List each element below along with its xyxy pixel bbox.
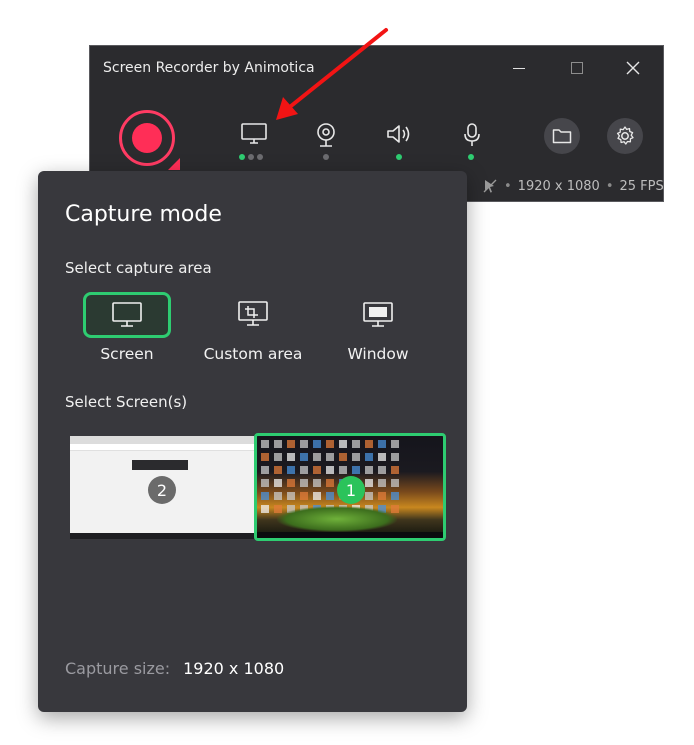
mode-window-label: Window [347,345,409,363]
microphone-indicator-dots [468,154,474,162]
speaker-icon [387,125,410,143]
indicator-dot [239,154,245,160]
red-pointer-arrow [276,28,388,120]
select-screens-label: Select Screen(s) [65,393,188,411]
taskbar [257,532,443,538]
indicator-dot [248,154,254,160]
record-dot [132,123,162,153]
monitor-icon [112,302,142,327]
select-capture-area-label: Select capture area [65,259,212,277]
crop-monitor-icon [238,301,268,326]
indicator-dot [323,154,329,160]
mode-custom-area-label: Custom area [203,345,303,363]
mode-window-button[interactable] [334,292,422,338]
capture-mode-panel: Capture mode Select capture area Screen … [38,171,467,712]
window-icon [363,302,393,327]
system-audio-indicator-dots [396,154,402,162]
recorder-miniature [132,460,188,470]
mode-screen-button[interactable] [83,292,171,338]
browser-tab-strip [70,436,254,444]
microphone-tool[interactable] [456,122,488,150]
minimize-button[interactable] [497,52,541,84]
webcam-indicator-dots [323,154,329,162]
separator: • [504,178,512,194]
folder-icon [552,129,572,144]
minimize-icon [513,67,525,69]
capture-size-label: Capture size: [65,659,171,678]
screen-number-badge: 2 [148,476,176,504]
cursor-hidden-icon [483,179,497,193]
indicator-dot [257,154,263,160]
desktop-icons [261,440,400,513]
mode-screen-label: Screen [100,345,154,363]
screen-thumbnail-2[interactable]: 2 [70,436,254,539]
maximize-icon [571,62,583,74]
indicator-dot [396,154,402,160]
webcam-tool[interactable] [310,122,342,150]
resolution-text: 1920 x 1080 [517,178,600,194]
indicator-dot [468,154,474,160]
browser-toolbar [70,444,254,451]
close-icon [626,61,640,75]
record-button[interactable] [119,110,175,166]
webcam-icon [317,123,335,147]
record-options-corner[interactable] [168,158,180,170]
fps-text: 25 FPS [619,178,664,194]
screen-indicator-dots [239,154,263,162]
wallpaper-hill [277,506,397,532]
screen-thumbnail-1[interactable]: 1 [254,433,446,541]
separator: • [605,178,614,194]
screen-number-badge: 1 [337,476,365,504]
capture-size: Capture size: 1920 x 1080 [65,659,284,678]
taskbar [70,533,254,539]
open-folder-button[interactable] [544,118,580,154]
screen-capture-tool[interactable] [238,122,270,150]
system-audio-tool[interactable] [383,122,415,150]
close-button[interactable] [611,52,655,84]
capture-size-value: 1920 x 1080 [183,659,285,678]
mode-custom-area-button[interactable] [209,292,297,338]
status-line: • 1920 x 1080 • 25 FPS [482,178,664,194]
settings-button[interactable] [607,118,643,154]
microphone-icon [464,123,480,146]
monitor-icon [241,123,267,144]
panel-title: Capture mode [65,202,222,227]
gear-icon [616,126,634,145]
maximize-button[interactable] [555,52,599,84]
